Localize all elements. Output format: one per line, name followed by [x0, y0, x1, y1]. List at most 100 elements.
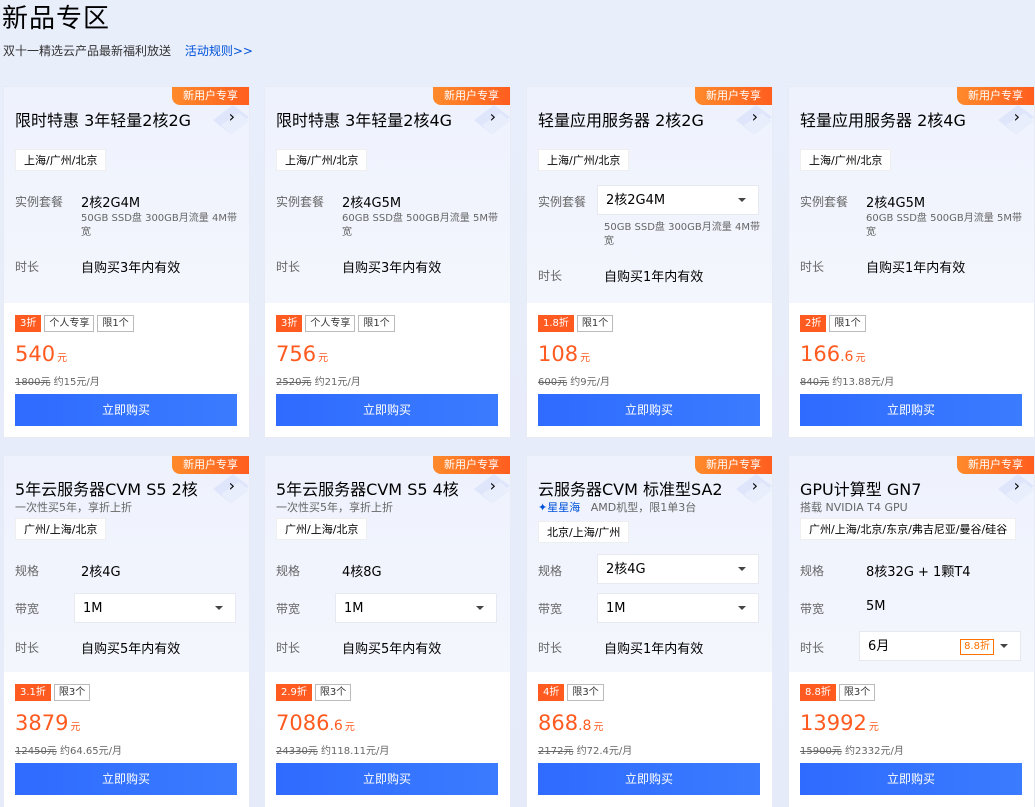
card-title[interactable]: 5年云服务器CVM S5 4核 [276, 476, 459, 500]
new-user-ribbon: 新用户专享 [172, 87, 249, 105]
spec-label: 实例套餐 [800, 195, 849, 209]
bandwidth-value: 5M [866, 599, 886, 614]
buy-button[interactable]: 立即购买 [538, 763, 760, 795]
original-price: 600元 约9元/月 [538, 377, 611, 388]
card-subtitle: 搭载 NVIDIA T4 GPU [800, 501, 908, 514]
region-tag: 上海/广州/北京 [276, 149, 368, 171]
chevron-right-icon[interactable]: › [229, 476, 235, 495]
caret-down-icon [215, 606, 223, 610]
buy-button[interactable]: 立即购买 [276, 763, 498, 795]
spec-label: 实例套餐 [276, 195, 325, 209]
card-title[interactable]: 轻量应用服务器 2核2G [538, 107, 704, 131]
bandwidth-label: 带宽 [276, 602, 301, 616]
region-tag: 北京/上海/广州 [538, 521, 630, 543]
card-title[interactable]: 限时特惠 3年轻量2核2G [15, 107, 191, 131]
duration-label: 时长 [276, 641, 301, 655]
duration-discount-badge: 8.8折 [960, 639, 994, 655]
spec-select-value: 2核2G4M [606, 193, 666, 208]
spec-select[interactable]: 2核4G [597, 554, 759, 584]
buy-button[interactable]: 立即购买 [538, 394, 760, 426]
bandwidth-select-value: 1M [606, 601, 626, 616]
rules-link[interactable]: 活动规则>> [185, 44, 253, 58]
product-card: 新用户专享 限时特惠 3年轻量2核4G › 上海/广州/北京 实例套餐 2核4G… [264, 86, 511, 438]
region-tag: 广州/上海/北京/东京/弗吉尼亚/曼谷/硅谷 [800, 518, 1017, 540]
discount-tag: 1.8折 [538, 315, 574, 332]
card-title[interactable]: 5年云服务器CVM S5 2核 [15, 476, 198, 500]
discount-tag: 3折 [15, 315, 42, 332]
buy-button[interactable]: 立即购买 [800, 394, 1022, 426]
card-subtitle: 一次性买5年，享折上折 [15, 501, 132, 514]
new-user-ribbon: 新用户专享 [172, 456, 249, 474]
limit-tag: 限1个 [97, 315, 134, 332]
card-title[interactable]: 云服务器CVM 标准型SA2 [538, 476, 723, 500]
duration-label: 时长 [276, 260, 301, 274]
product-card: 新用户专享 5年云服务器CVM S5 2核 › 一次性买5年，享折上折 广州/上… [3, 455, 250, 807]
discount-tag: 2.9折 [276, 684, 312, 701]
spec-value: 8核32G + 1颗T4 [866, 565, 971, 580]
card-title[interactable]: 轻量应用服务器 2核4G [800, 107, 966, 131]
duration-label: 时长 [800, 260, 825, 274]
price: 756 元 [276, 342, 329, 366]
card-subtitle: 一次性买5年，享折上折 [276, 501, 393, 514]
caret-down-icon [738, 198, 746, 202]
region-tag: 上海/广州/北京 [15, 149, 107, 171]
chevron-right-icon[interactable]: › [229, 107, 235, 126]
duration-select[interactable]: 6月 8.8折 [859, 631, 1021, 661]
page-title: 新品专区 [2, 4, 111, 34]
buy-button[interactable]: 立即购买 [15, 763, 237, 795]
duration-value: 自购买1年内有效 [866, 261, 966, 276]
limit-tag: 限1个 [358, 315, 395, 332]
duration-value: 自购买5年内有效 [342, 642, 442, 657]
original-price: 2172元 约72.4元/月 [538, 746, 633, 757]
buy-button[interactable]: 立即购买 [15, 394, 237, 426]
chevron-right-icon[interactable]: › [752, 476, 758, 495]
spec-select[interactable]: 2核2G4M [597, 185, 759, 215]
subtitle-text: 双十一精选云产品最新福利放送 [3, 44, 172, 58]
spec-desc: 60GB SSD盘 500GB月流量 5M带宽 [342, 213, 498, 238]
bandwidth-label: 带宽 [15, 602, 40, 616]
spec-label: 规格 [800, 564, 825, 578]
region-tag: 广州/上海/北京 [15, 518, 107, 540]
card-title[interactable]: GPU计算型 GN7 [800, 476, 921, 500]
product-card: 新用户专享 轻量应用服务器 2核4G › 上海/广州/北京 实例套餐 2核4G5… [788, 86, 1035, 438]
bandwidth-select[interactable]: 1M [335, 593, 497, 623]
spec-label: 规格 [15, 564, 40, 578]
spec-value: 2核4G5M [866, 196, 926, 211]
original-price: 840元 约13.88元/月 [800, 377, 895, 388]
buy-button[interactable]: 立即购买 [276, 394, 498, 426]
limit-tag: 限3个 [838, 684, 876, 701]
chevron-right-icon[interactable]: › [1014, 107, 1020, 126]
limit-tag: 限1个 [576, 315, 614, 332]
discount-tag: 8.8折 [800, 684, 836, 701]
card-title[interactable]: 限时特惠 3年轻量2核4G [276, 107, 452, 131]
product-card: 新用户专享 GPU计算型 GN7 › 搭载 NVIDIA T4 GPU 广州/上… [788, 455, 1035, 807]
buy-button[interactable]: 立即购买 [800, 763, 1022, 795]
region-tag: 上海/广州/北京 [538, 149, 630, 171]
spec-value: 2核4G [81, 565, 121, 580]
duration-value: 自购买3年内有效 [342, 261, 442, 276]
duration-label: 时长 [538, 269, 563, 283]
price: 868.8 元 [538, 711, 604, 735]
spec-desc: 50GB SSD盘 300GB月流量 4M带宽 [604, 222, 760, 247]
price: 166.6 元 [800, 342, 866, 366]
duration-value: 自购买3年内有效 [81, 261, 181, 276]
duration-value: 自购买5年内有效 [81, 642, 181, 657]
chevron-right-icon[interactable]: › [752, 107, 758, 126]
chevron-right-icon[interactable]: › [490, 476, 496, 495]
chevron-right-icon[interactable]: › [490, 107, 496, 126]
page-subtitle: 双十一精选云产品最新福利放送 活动规则>> [3, 42, 253, 59]
new-user-ribbon: 新用户专享 [433, 87, 510, 105]
bandwidth-select-value: 1M [344, 601, 364, 616]
caret-down-icon [1000, 644, 1008, 648]
region-tag: 上海/广州/北京 [800, 149, 892, 171]
spec-select-value: 2核4G [606, 562, 646, 577]
exclusive-tag: 个人专享 [44, 315, 95, 332]
duration-value: 自购买1年内有效 [604, 642, 704, 657]
bandwidth-select[interactable]: 1M [74, 593, 236, 623]
spec-value: 4核8G [342, 565, 382, 580]
price: 108 元 [538, 342, 591, 366]
chevron-right-icon[interactable]: › [1014, 476, 1020, 495]
caret-down-icon [738, 606, 746, 610]
region-tag: 广州/上海/北京 [276, 518, 368, 540]
bandwidth-select[interactable]: 1M [597, 593, 759, 623]
